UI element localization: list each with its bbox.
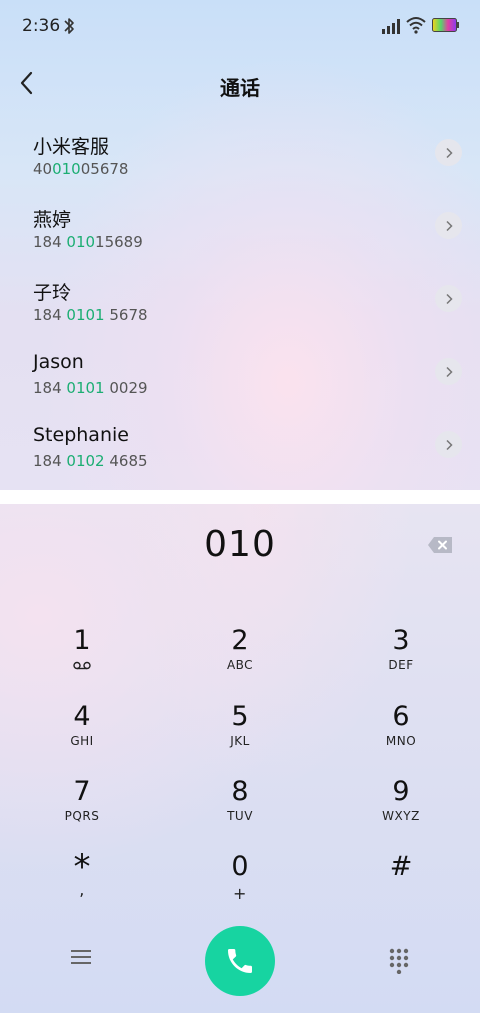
chevron-right-icon <box>445 220 453 231</box>
contact-detail-button[interactable] <box>435 358 462 385</box>
key-letters: ABC <box>226 658 254 672</box>
contact-detail-button[interactable] <box>435 212 462 239</box>
key-digit: # <box>389 851 413 882</box>
page-title: 通话 <box>220 76 260 100</box>
dial-input-display: 010 <box>204 524 276 565</box>
key-2[interactable]: 2 ABC <box>185 626 295 696</box>
contact-row[interactable]: 燕婷 184 01015689 <box>0 191 480 264</box>
key-letters: GHI <box>70 734 94 748</box>
chevron-right-icon <box>445 293 453 304</box>
key-digit: 9 <box>392 776 410 807</box>
key-digit: 3 <box>392 625 410 656</box>
key-1[interactable]: 1 <box>27 626 137 696</box>
key-4[interactable]: 4 GHI <box>27 702 137 772</box>
key-letters: PQRS <box>64 809 100 823</box>
key-hash[interactable]: # <box>346 852 456 922</box>
contact-row[interactable]: Stephanie 184 0102 4685 <box>0 410 480 483</box>
contact-detail-button[interactable] <box>435 285 462 312</box>
contact-name: Stephanie <box>33 424 129 446</box>
contact-name: Jason <box>33 351 84 373</box>
key-7[interactable]: 7 PQRS <box>27 777 137 847</box>
chevron-right-icon <box>445 366 453 377</box>
contact-detail-button[interactable] <box>435 139 462 166</box>
key-letters: WXYZ <box>382 809 420 823</box>
contact-name: 子玲 <box>33 282 72 304</box>
key-3[interactable]: 3 DEF <box>346 626 456 696</box>
key-digit: 7 <box>73 776 91 807</box>
key-digit: 1 <box>73 625 91 656</box>
key-8[interactable]: 8 TUV <box>185 777 295 847</box>
key-digit: 4 <box>73 701 91 732</box>
key-letters: JKL <box>230 734 250 748</box>
contact-detail-button[interactable] <box>435 431 462 458</box>
contact-row[interactable]: 小米客服 4001005678 <box>0 118 480 191</box>
contact-number: 184 01015689 <box>33 233 143 251</box>
key-digit: 8 <box>231 776 249 807</box>
key-letters: TUV <box>227 809 253 823</box>
key-digit: 0 <box>231 851 249 882</box>
backspace-icon[interactable] <box>427 536 453 554</box>
key-5[interactable]: 5 JKL <box>185 702 295 772</box>
contact-number: 184 0101 0029 <box>33 379 148 397</box>
key-9[interactable]: 9 WXYZ <box>346 777 456 847</box>
contact-list: 小米客服 4001005678 燕婷 184 01015689 子玲 184 0… <box>0 118 480 490</box>
key-star[interactable]: * , <box>27 847 137 922</box>
key-6[interactable]: 6 MNO <box>346 702 456 772</box>
wifi-icon <box>406 17 426 34</box>
key-digit: * <box>73 847 91 887</box>
battery-icon <box>432 18 459 32</box>
key-digit: 5 <box>231 701 249 732</box>
contact-number: 4001005678 <box>33 160 129 178</box>
bluetooth-icon <box>64 18 74 34</box>
contact-name: 小米客服 <box>33 136 110 158</box>
call-button[interactable] <box>205 926 275 996</box>
contact-number: 184 0102 4685 <box>33 452 148 470</box>
key-letters: , <box>79 880 85 899</box>
phone-icon <box>228 949 252 973</box>
chevron-right-icon <box>445 147 453 158</box>
key-letters: + <box>233 884 247 903</box>
voicemail-icon <box>73 661 91 670</box>
signal-icon <box>382 19 400 34</box>
chevron-right-icon <box>445 439 453 450</box>
key-letters: DEF <box>388 658 414 672</box>
contact-row[interactable]: 子玲 184 0101 5678 <box>0 264 480 337</box>
contact-number: 184 0101 5678 <box>33 306 148 324</box>
key-letters: MNO <box>385 734 417 748</box>
key-0[interactable]: 0 + <box>185 852 295 922</box>
contact-name: 燕婷 <box>33 209 72 231</box>
key-digit: 6 <box>392 701 410 732</box>
panel-divider <box>0 490 480 504</box>
menu-icon[interactable] <box>70 948 92 966</box>
status-time: 2:36 <box>22 16 61 36</box>
contact-row[interactable]: Jason 184 0101 0029 <box>0 337 480 410</box>
dialpad-icon[interactable] <box>389 948 409 974</box>
key-digit: 2 <box>231 625 249 656</box>
status-bar: 2:36 <box>0 0 480 52</box>
